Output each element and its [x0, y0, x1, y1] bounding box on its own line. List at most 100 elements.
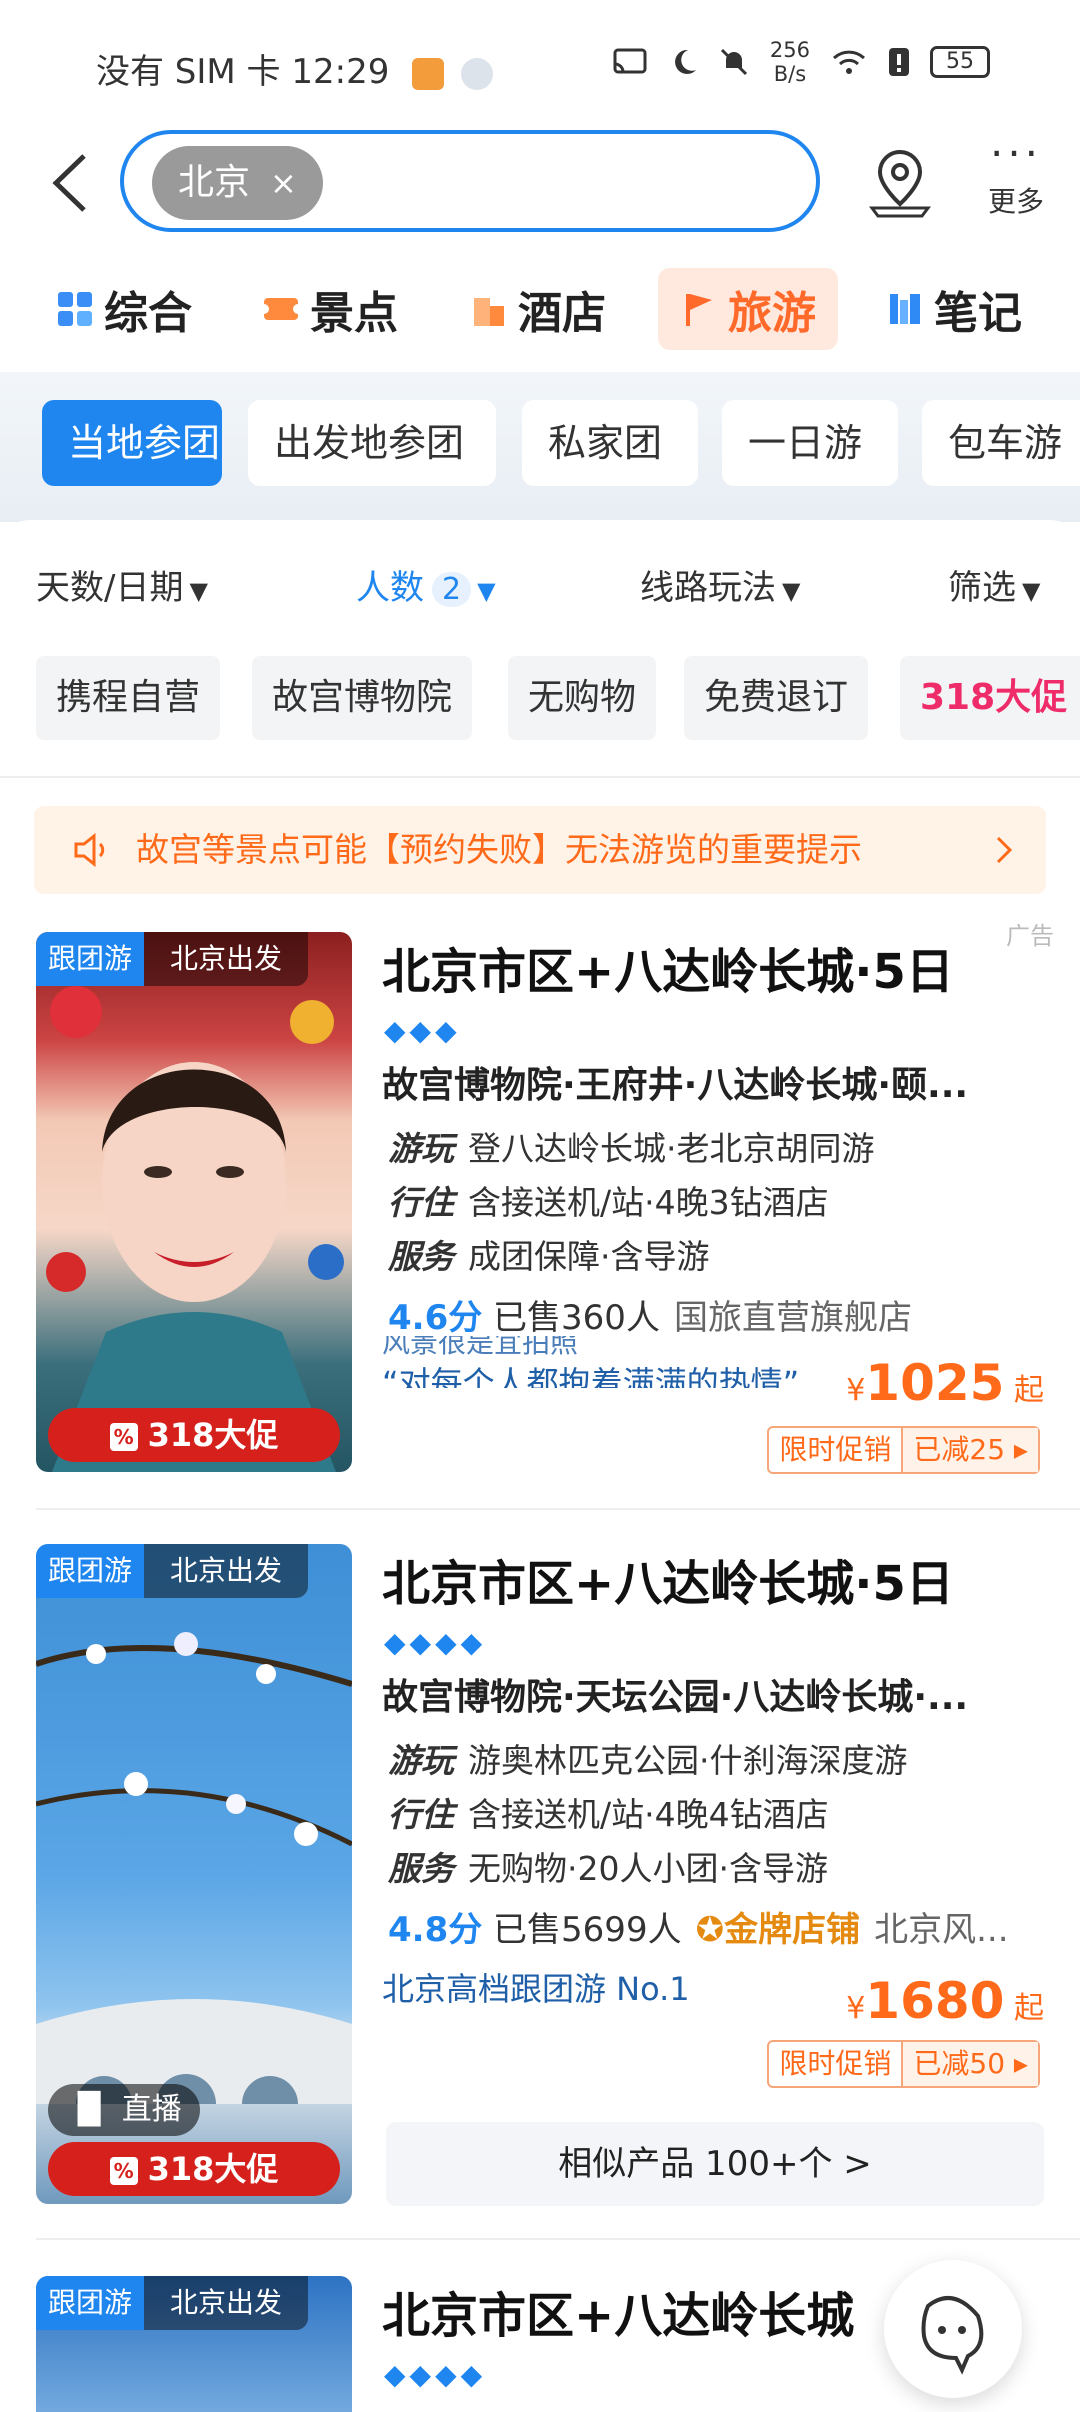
review-score: 4.8分 — [388, 1910, 483, 1950]
battery-indicator: 55 — [930, 46, 990, 78]
feature-service: 服务 成团保障·含导游 — [388, 1230, 710, 1278]
product-image[interactable]: 跟团游 北京出发 % 318大促 — [36, 932, 352, 1472]
product-card[interactable]: 跟团游 北京出发 ▐▌ 直播 % 318大促 北京市区+八达岭长城·5日 ◆◆◆◆ … — [0, 1544, 1080, 2206]
tab-label: 笔记 — [934, 288, 1022, 339]
chevron-right-icon — [996, 836, 1013, 864]
wifi-icon — [832, 50, 866, 74]
price: ¥1025 起 — [846, 1354, 1044, 1412]
filter-route[interactable]: 线路玩法 ▼ — [640, 560, 800, 609]
caret-down-icon: ▼ — [1022, 577, 1041, 605]
deal-discount: 已减25 ▸ — [901, 1428, 1038, 1472]
product-title[interactable]: 北京市区+八达岭长城 — [382, 2276, 854, 2346]
cast-icon — [613, 48, 647, 74]
shop-name[interactable]: 北京风... — [874, 1910, 1008, 1950]
filter-people-label: 人数 — [356, 568, 424, 608]
diamond-rating: ◆◆◆ — [384, 1014, 461, 1047]
tag-ctrip-self[interactable]: 携程自营 — [36, 656, 221, 740]
notice-banner[interactable]: 故宫等景点可能【预约失败】无法游览的重要提示 — [34, 806, 1046, 894]
review-quote-prev: 风景很是宜拍照 — [382, 1336, 579, 1359]
status-right: 256 B/s 55 — [612, 38, 990, 86]
tag-318-promo[interactable]: 318大促 — [900, 656, 1080, 740]
divider — [36, 2238, 1080, 2240]
image-tag: 跟团游 北京出发 — [36, 932, 309, 986]
review-score: 4.6分 — [388, 1298, 483, 1338]
chip-label: 北京 — [178, 162, 251, 203]
tag-from: 北京出发 — [144, 2276, 309, 2330]
search-box[interactable]: 北京 × — [120, 130, 820, 232]
tag-palace-museum[interactable]: 故宫博物院 — [252, 656, 473, 740]
filter-people[interactable]: 人数 2 ▼ — [356, 560, 496, 609]
tab-label: 综合 — [104, 288, 192, 339]
deal-discount-text: 已减25 — [913, 1433, 1006, 1466]
tab-notes[interactable]: 笔记 — [886, 268, 1022, 350]
notes-icon — [890, 294, 920, 324]
location-button[interactable] — [862, 146, 938, 222]
filter-route-label: 线路玩法 — [640, 568, 776, 608]
subcat-departure-group[interactable]: 出发地参团 — [248, 400, 496, 486]
similar-products-button[interactable]: 相似产品 100+个 > — [386, 2122, 1044, 2206]
filter-days-label: 天数/日期 — [36, 568, 184, 608]
search-keyword-chip[interactable]: 北京 × — [152, 146, 323, 220]
percent-icon: % — [109, 1423, 138, 1451]
subcat-local-group[interactable]: 当地参团 — [42, 400, 222, 486]
back-arrow-icon — [52, 154, 86, 212]
live-badge[interactable]: ▐▌ 直播 — [48, 2084, 200, 2136]
subcategory-strip: 当地参团 出发地参团 私家团 一日游 包车游 — [0, 372, 1080, 522]
subcat-charter[interactable]: 包车游 — [922, 400, 1080, 486]
filter-days[interactable]: 天数/日期 ▼ — [36, 560, 208, 609]
speed-unit: B/s — [773, 62, 807, 86]
tab-tours[interactable]: 旅游 — [658, 268, 838, 350]
feature-stay: 行住 含接送机/站·4晚4钻酒店 — [388, 1788, 829, 1836]
product-title[interactable]: 北京市区+八达岭长城·5日 — [382, 1544, 954, 1614]
tab-overall[interactable]: 综合 — [56, 268, 192, 350]
ticket-icon — [262, 298, 300, 320]
more-dots-icon: ··· — [989, 129, 1043, 178]
tab-label: 景点 — [310, 288, 398, 339]
image-tag: 跟团游 北京出发 — [36, 1544, 309, 1598]
chip-close-icon[interactable]: × — [270, 164, 297, 202]
filter-more-label: 筛选 — [948, 568, 1016, 608]
tab-label: 酒店 — [518, 288, 606, 339]
back-button[interactable] — [46, 148, 106, 218]
promo-pill: % 318大促 — [48, 2142, 340, 2196]
assistant-float-button[interactable] — [884, 2260, 1022, 2398]
sold-count: 已售360人 — [493, 1298, 660, 1338]
product-image[interactable]: 跟团游 北京出发 ▐▌ 直播 % 318大促 — [36, 1544, 352, 2204]
more-button[interactable]: ··· 更多 — [966, 129, 1066, 220]
review-quote: “对每个人都抱着满满的热情” — [382, 1364, 800, 1388]
deal-discount: 已减50 ▸ — [901, 2042, 1038, 2086]
shop-name[interactable]: 国旅直营旗舰店 — [674, 1298, 912, 1338]
tab-attractions[interactable]: 景点 — [262, 268, 398, 350]
highlight-text: 北京高档跟团游 No.1 — [382, 1970, 690, 2008]
tab-hotels[interactable]: 酒店 — [470, 268, 606, 350]
diamond-rating: ◆◆◆◆ — [384, 1626, 487, 1659]
more-label: 更多 — [987, 185, 1044, 218]
feature-value: 含接送机/站·4晚4钻酒店 — [468, 1795, 829, 1834]
diamond-rating: ◆◆◆◆ — [384, 2358, 487, 2391]
currency: ¥ — [846, 1991, 866, 2026]
deal-label: 限时促销 — [779, 2047, 892, 2080]
feature-value: 游奥林匹克公园·什刹海深度游 — [468, 1741, 908, 1780]
status-bar: 没有 SIM 卡 12:29 256 B/s 55 — [0, 0, 1080, 130]
network-speed: 256 B/s — [770, 38, 810, 86]
price: ¥1680 起 — [846, 1972, 1044, 2030]
status-text: 没有 SIM 卡 12:29 — [96, 52, 390, 92]
live-bars-icon: ▐▌ — [66, 2092, 122, 2127]
promo-pill: % 318大促 — [48, 1408, 340, 1462]
score-row: 4.8分 已售5699人 ✪金牌店铺 北京风... — [388, 1902, 1009, 1951]
product-title[interactable]: 北京市区+八达岭长城·5日 — [382, 932, 954, 1002]
promo-label: 318大促 — [147, 2150, 279, 2188]
product-image[interactable]: 跟团游 北京出发 — [36, 2276, 352, 2412]
divider — [0, 776, 1080, 778]
feature-play: 游玩 游奥林匹克公园·什刹海深度游 — [388, 1734, 908, 1782]
feature-label: 游玩 — [388, 1741, 454, 1780]
subcat-private-group[interactable]: 私家团 — [522, 400, 698, 486]
subcat-day-tour[interactable]: 一日游 — [722, 400, 898, 486]
product-route: 故宫博物院·天坛公园·八达岭长城·... — [382, 1677, 969, 1718]
tag-no-shopping[interactable]: 无购物 — [508, 656, 657, 740]
product-card[interactable]: 跟团游 北京出发 % 318大促 北京市区+八达岭长城·5日 ◆◆◆ 故宫博物院·王… — [0, 932, 1080, 1512]
feature-stay: 行住 含接送机/站·4晚3钻酒店 — [388, 1176, 829, 1224]
filter-more[interactable]: 筛选 ▼ — [948, 560, 1040, 609]
tag-type: 跟团游 — [36, 1544, 145, 1598]
tag-free-cancel[interactable]: 免费退订 — [684, 656, 869, 740]
